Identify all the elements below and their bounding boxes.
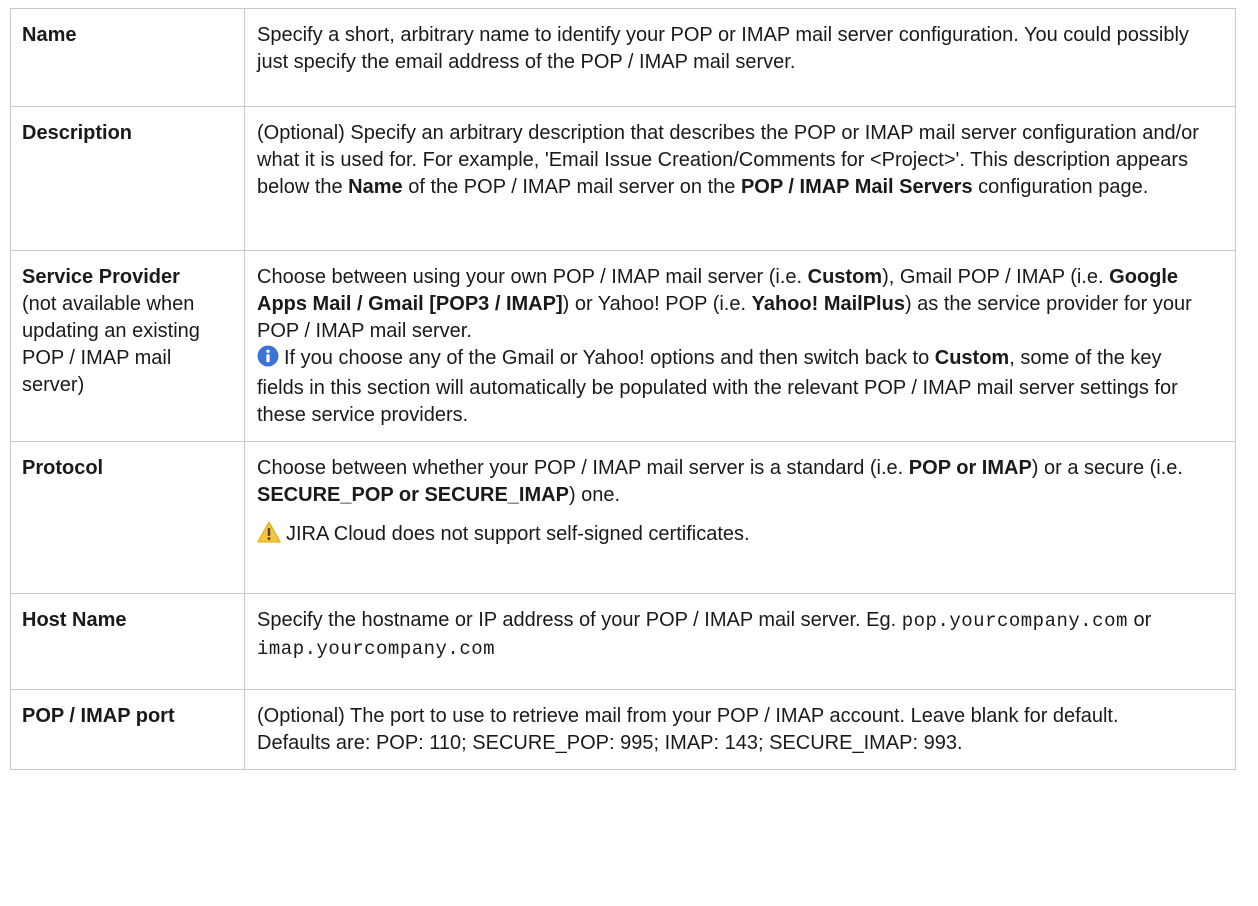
text-run: configuration page. (972, 176, 1149, 198)
field-reference-table: Name Specify a short, arbitrary name to … (10, 8, 1236, 770)
description-text: Choose between using your own POP / IMAP… (257, 264, 1209, 429)
table-row: Name Specify a short, arbitrary name to … (10, 8, 1236, 107)
info-icon (257, 345, 279, 375)
table-row: Protocol Choose between whether your POP… (10, 441, 1236, 594)
code-snippet: imap.yourcompany.com (257, 638, 496, 660)
field-name: Protocol (22, 457, 104, 479)
bold-term: POP or IMAP (908, 457, 1032, 479)
description-text: Specify a short, arbitrary name to ident… (257, 24, 1189, 73)
bold-term: Name (348, 176, 403, 198)
text-run: or (1127, 609, 1152, 631)
text-run: ) or Yahoo! POP (i.e. (562, 293, 752, 315)
text-run: Choose between whether your POP / IMAP m… (257, 457, 909, 479)
field-cell: Service Provider (not available when upd… (10, 250, 245, 442)
text-run: If you choose any of the Gmail or Yahoo!… (284, 347, 935, 369)
text-run: (Optional) The port to use to retrieve m… (257, 705, 1119, 727)
table-row: Description (Optional) Specify an arbitr… (10, 106, 1236, 251)
text-run: Choose between using your own POP / IMAP… (257, 266, 808, 288)
warning-icon (257, 521, 281, 551)
bold-term: Yahoo! MailPlus (751, 293, 905, 315)
description-text: Choose between whether your POP / IMAP m… (257, 455, 1209, 509)
table-row: Service Provider (not available when upd… (10, 250, 1236, 442)
bold-term: Custom (934, 347, 1010, 369)
field-cell: Description (10, 106, 245, 251)
table-row: POP / IMAP port (Optional) The port to u… (10, 689, 1236, 770)
bold-term: Custom (807, 266, 883, 288)
description-text: Specify the hostname or IP address of yo… (257, 607, 1209, 663)
text-run: ), Gmail POP / IMAP (i.e. (882, 266, 1110, 288)
table-row: Host Name Specify the hostname or IP add… (10, 593, 1236, 690)
field-cell: POP / IMAP port (10, 689, 245, 770)
field-name: Service Provider (22, 266, 180, 288)
field-cell: Protocol (10, 441, 245, 594)
text-run: ) one. (568, 484, 621, 506)
field-name: Name (22, 24, 77, 46)
description-cell: Specify the hostname or IP address of yo… (244, 593, 1236, 690)
description-cell: Choose between using your own POP / IMAP… (244, 250, 1236, 442)
field-name: POP / IMAP port (22, 705, 175, 727)
bold-term: SECURE_POP or SECURE_IMAP (257, 484, 569, 506)
field-cell: Name (10, 8, 245, 107)
description-text: (Optional) Specify an arbitrary descript… (257, 120, 1209, 201)
description-cell: (Optional) Specify an arbitrary descript… (244, 106, 1236, 251)
description-cell: (Optional) The port to use to retrieve m… (244, 689, 1236, 770)
text-run: ) or a secure (i.e. (1031, 457, 1183, 479)
field-note: (not available when updating an existing… (22, 293, 200, 396)
text-run: Specify the hostname or IP address of yo… (257, 609, 902, 631)
text-run: of the POP / IMAP mail server on the (402, 176, 741, 198)
field-name: Description (22, 122, 133, 144)
code-snippet: pop.yourcompany.com (901, 610, 1128, 632)
field-name: Host Name (22, 609, 127, 631)
field-cell: Host Name (10, 593, 245, 690)
bold-term: POP / IMAP Mail Servers (740, 176, 973, 198)
description-cell: Choose between whether your POP / IMAP m… (244, 441, 1236, 594)
text-run: Defaults are: POP: 110; SECURE_POP: 995;… (257, 732, 963, 754)
description-text: (Optional) The port to use to retrieve m… (257, 703, 1209, 757)
warning-note: JIRA Cloud does not support self-signed … (257, 521, 1209, 551)
warning-text: JIRA Cloud does not support self-signed … (286, 523, 750, 545)
description-cell: Specify a short, arbitrary name to ident… (244, 8, 1236, 107)
